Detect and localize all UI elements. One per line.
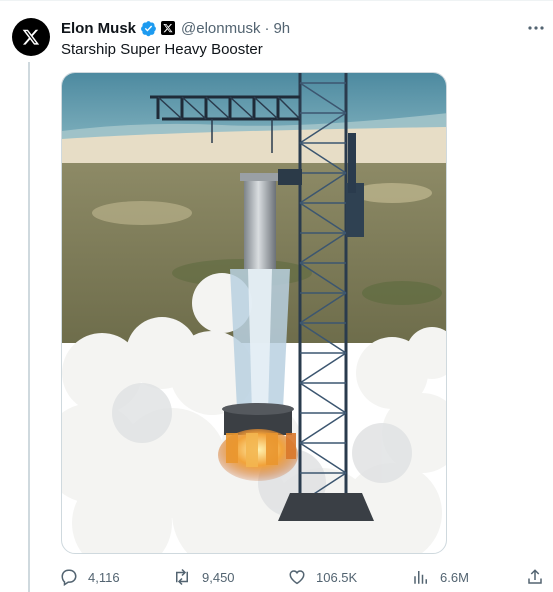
author-name[interactable]: Elon Musk xyxy=(61,20,136,37)
like-count: 106.5K xyxy=(316,569,358,585)
reply-button[interactable]: 4,116 xyxy=(60,567,120,587)
tweet-photo[interactable] xyxy=(61,72,447,554)
like-button[interactable]: 106.5K xyxy=(288,567,357,587)
reply-count: 4,116 xyxy=(88,569,120,585)
share-icon xyxy=(528,569,542,584)
tweet-actions: 4,116 9,450 106.5K 6.6M xyxy=(60,567,550,587)
affiliate-x-icon xyxy=(161,21,176,35)
verified-badge-icon xyxy=(140,20,157,37)
booster-photo xyxy=(62,73,446,553)
x-logo-icon xyxy=(22,29,40,45)
tweet-text: Starship Super Heavy Booster xyxy=(61,41,263,58)
repost-count: 9,450 xyxy=(202,569,235,585)
views-icon xyxy=(414,571,427,584)
separator-dot: · xyxy=(264,19,270,37)
avatar[interactable] xyxy=(12,18,50,56)
top-divider xyxy=(0,0,553,1)
author-handle[interactable]: @elonmusk xyxy=(181,20,260,37)
tweet-header: Elon Musk @elonmusk · 9h xyxy=(61,18,290,38)
views-button[interactable]: 6.6M xyxy=(412,567,469,587)
thread-line xyxy=(28,62,30,592)
reply-icon xyxy=(61,569,77,586)
repost-icon xyxy=(176,568,188,586)
share-button[interactable] xyxy=(526,567,553,587)
repost-button[interactable]: 9,450 xyxy=(172,567,235,587)
views-count: 6.6M xyxy=(440,569,469,585)
like-icon xyxy=(289,570,305,585)
timestamp[interactable]: 9h xyxy=(273,20,290,37)
more-icon[interactable] xyxy=(526,20,546,36)
